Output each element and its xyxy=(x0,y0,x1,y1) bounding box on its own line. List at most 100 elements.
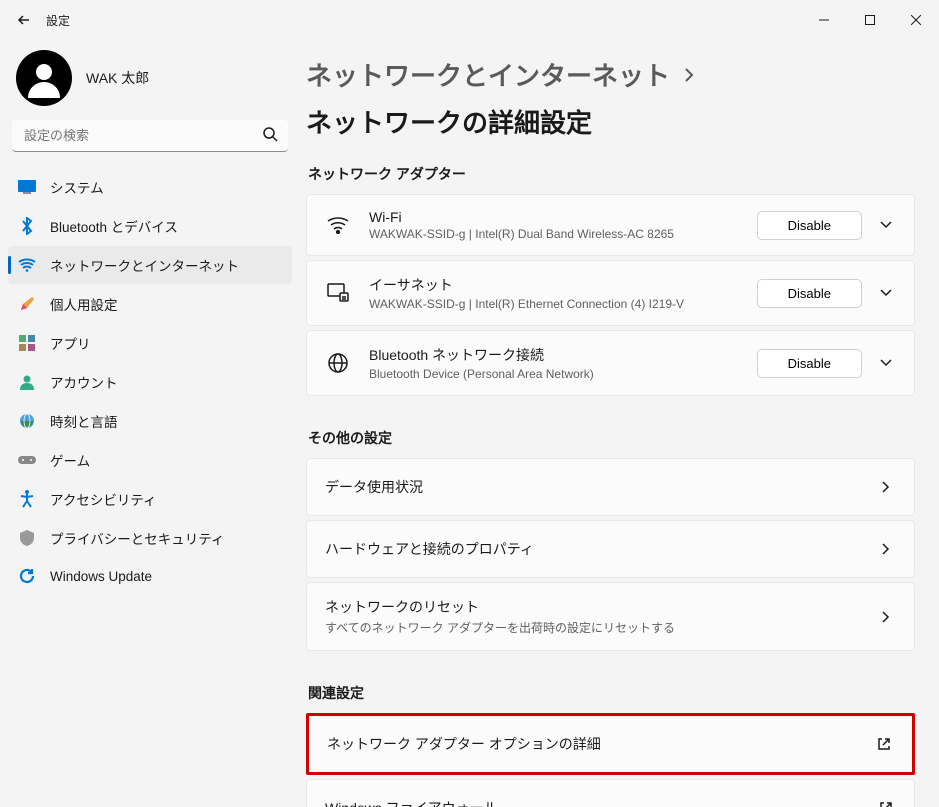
section-adapters-title: ネットワーク アダプター xyxy=(308,164,915,184)
external-link-icon xyxy=(877,737,891,751)
network-reset-row[interactable]: ネットワークのリセット すべてのネットワーク アダプターを出荷時の設定にリセット… xyxy=(306,582,915,651)
avatar xyxy=(16,50,72,106)
disable-button[interactable]: Disable xyxy=(757,349,862,378)
external-link-icon xyxy=(879,801,893,807)
sidebar-item-update[interactable]: Windows Update xyxy=(8,558,292,594)
bluetooth-icon xyxy=(18,217,36,235)
sidebar-item-label: アプリ xyxy=(50,333,91,353)
accounts-icon xyxy=(18,373,36,391)
adapter-sub: WAKWAK-SSID-g | Intel(R) Ethernet Connec… xyxy=(369,297,757,311)
chevron-right-icon xyxy=(680,66,698,84)
accessibility-icon xyxy=(18,490,36,508)
disable-button[interactable]: Disable xyxy=(757,279,862,308)
sidebar-item-privacy[interactable]: プライバシーとセキュリティ xyxy=(8,519,292,557)
minimize-icon xyxy=(819,15,829,25)
sidebar-item-label: システム xyxy=(50,177,104,197)
expand-button[interactable] xyxy=(876,218,896,232)
section-other-title: その他の設定 xyxy=(308,428,915,448)
maximize-icon xyxy=(865,15,875,25)
sidebar-item-label: プライバシーとセキュリティ xyxy=(50,528,224,548)
back-arrow-icon xyxy=(17,13,31,27)
sidebar-item-system[interactable]: システム xyxy=(8,168,292,206)
user-block[interactable]: WAK 太郎 xyxy=(8,46,292,120)
ethernet-icon xyxy=(325,283,351,303)
sidebar-item-label: Windows Update xyxy=(50,569,152,584)
breadcrumb-parent[interactable]: ネットワークとインターネット xyxy=(306,56,670,93)
gaming-icon xyxy=(18,451,36,469)
row-title: ネットワーク アダプター オプションの詳細 xyxy=(327,734,874,754)
main-content: ネットワークとインターネット ネットワークの詳細設定 ネットワーク アダプター … xyxy=(300,40,939,807)
personalization-icon xyxy=(18,295,36,313)
adapter-wifi-row[interactable]: Wi-Fi WAKWAK-SSID-g | Intel(R) Dual Band… xyxy=(306,194,915,256)
chevron-down-icon xyxy=(879,286,893,300)
firewall-row[interactable]: Windows ファイアウォール xyxy=(306,779,915,807)
external-link xyxy=(876,801,896,807)
search-wrapper xyxy=(12,120,288,152)
chevron-down-icon xyxy=(879,218,893,232)
sidebar: WAK 太郎 システム Bluetooth とデバイス ネットワークとインターネ… xyxy=(0,40,300,807)
page-title: ネットワークの詳細設定 xyxy=(306,103,592,140)
section-related-title: 関連設定 xyxy=(308,683,915,703)
disable-button[interactable]: Disable xyxy=(757,211,862,240)
expand-button[interactable] xyxy=(876,356,896,370)
privacy-icon xyxy=(18,529,36,547)
adapter-bluetooth-row[interactable]: Bluetooth ネットワーク接続 Bluetooth Device (Per… xyxy=(306,330,915,396)
maximize-button[interactable] xyxy=(847,0,893,40)
adapter-options-row[interactable]: ネットワーク アダプター オプションの詳細 xyxy=(306,713,915,775)
minimize-button[interactable] xyxy=(801,0,847,40)
close-button[interactable] xyxy=(893,0,939,40)
data-usage-row[interactable]: データ使用状況 xyxy=(306,458,915,516)
external-link xyxy=(874,737,894,751)
adapter-title: Wi-Fi xyxy=(369,209,757,225)
back-button[interactable] xyxy=(10,6,38,34)
nav-list: システム Bluetooth とデバイス ネットワークとインターネット 個人用設… xyxy=(8,168,292,594)
adapter-sub: Bluetooth Device (Personal Area Network) xyxy=(369,367,757,381)
time-icon xyxy=(18,412,36,430)
search-input[interactable] xyxy=(12,120,288,152)
apps-icon xyxy=(18,334,36,352)
sidebar-item-accessibility[interactable]: アクセシビリティ xyxy=(8,480,292,518)
row-title: Windows ファイアウォール xyxy=(325,798,876,807)
chevron-down-icon xyxy=(879,356,893,370)
sidebar-item-apps[interactable]: アプリ xyxy=(8,324,292,362)
sidebar-item-label: Bluetooth とデバイス xyxy=(50,216,178,236)
update-icon xyxy=(18,567,36,585)
adapter-sub: WAKWAK-SSID-g | Intel(R) Dual Band Wirel… xyxy=(369,227,757,241)
sidebar-item-label: ネットワークとインターネット xyxy=(50,255,239,275)
adapter-title: Bluetooth ネットワーク接続 xyxy=(369,345,757,365)
sidebar-item-label: ゲーム xyxy=(50,450,90,470)
row-title: ネットワークのリセット xyxy=(325,597,876,617)
nav-arrow xyxy=(876,610,896,624)
sidebar-item-label: アカウント xyxy=(50,372,118,392)
sidebar-item-personalization[interactable]: 個人用設定 xyxy=(8,285,292,323)
sidebar-item-gaming[interactable]: ゲーム xyxy=(8,441,292,479)
network-icon xyxy=(18,256,36,274)
expand-button[interactable] xyxy=(876,286,896,300)
sidebar-item-time[interactable]: 時刻と言語 xyxy=(8,402,292,440)
bluetooth-net-icon xyxy=(325,353,351,373)
sidebar-item-label: アクセシビリティ xyxy=(50,489,157,509)
sidebar-item-accounts[interactable]: アカウント xyxy=(8,363,292,401)
row-sub: すべてのネットワーク アダプターを出荷時の設定にリセットする xyxy=(325,619,876,636)
sidebar-item-label: 時刻と言語 xyxy=(50,411,118,431)
avatar-icon xyxy=(24,58,64,98)
nav-arrow xyxy=(876,480,896,494)
sidebar-item-network[interactable]: ネットワークとインターネット xyxy=(8,246,292,284)
titlebar: 設定 xyxy=(0,0,939,40)
chevron-right-icon xyxy=(879,480,893,494)
row-title: データ使用状況 xyxy=(325,477,876,497)
sidebar-item-bluetooth[interactable]: Bluetooth とデバイス xyxy=(8,207,292,245)
adapter-title: イーサネット xyxy=(369,275,757,295)
sidebar-item-label: 個人用設定 xyxy=(50,294,118,314)
chevron-right-icon xyxy=(879,542,893,556)
hw-properties-row[interactable]: ハードウェアと接続のプロパティ xyxy=(306,520,915,578)
chevron-right-icon xyxy=(879,610,893,624)
row-title: ハードウェアと接続のプロパティ xyxy=(325,539,876,559)
breadcrumb: ネットワークとインターネット ネットワークの詳細設定 xyxy=(306,56,915,140)
wifi-icon xyxy=(325,216,351,234)
window-title: 設定 xyxy=(46,12,70,29)
adapter-ethernet-row[interactable]: イーサネット WAKWAK-SSID-g | Intel(R) Ethernet… xyxy=(306,260,915,326)
user-name: WAK 太郎 xyxy=(86,68,149,88)
nav-arrow xyxy=(876,542,896,556)
close-icon xyxy=(911,15,921,25)
